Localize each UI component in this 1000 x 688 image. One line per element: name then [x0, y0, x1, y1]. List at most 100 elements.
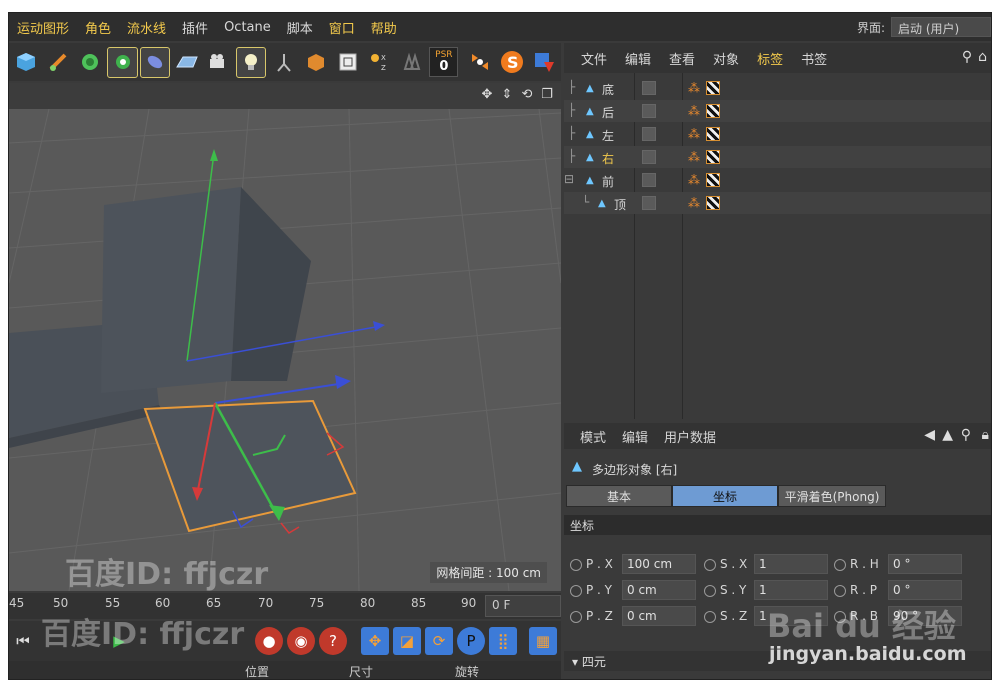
keyframe-radio[interactable] [834, 585, 846, 597]
snap-icon[interactable] [464, 47, 494, 78]
material-tag-icon[interactable]: ⁂ [688, 81, 702, 95]
deformer-icon[interactable] [139, 46, 170, 78]
key-position-icon[interactable]: ✥ [361, 627, 389, 655]
key-pla-icon[interactable]: ⣿ [489, 627, 517, 655]
key-param-icon[interactable]: P [457, 627, 485, 655]
layout-select[interactable]: 启动 (用户) [891, 17, 991, 37]
render-region-icon[interactable] [333, 47, 363, 78]
character-icon[interactable] [268, 47, 298, 78]
cloner-icon[interactable] [107, 46, 138, 78]
visibility-toggle[interactable] [642, 127, 656, 141]
material-tag-icon[interactable]: ⁂ [688, 196, 702, 210]
tab-coord[interactable]: 坐标 [672, 485, 778, 507]
cube-icon[interactable] [11, 47, 41, 78]
texture-tag-icon[interactable] [706, 104, 720, 118]
visibility-toggle[interactable] [642, 81, 656, 95]
object-name[interactable]: 底 [602, 81, 614, 98]
visibility-toggle[interactable] [642, 173, 656, 187]
key-rotation-icon[interactable]: ⟳ [425, 627, 453, 655]
px-field[interactable]: 100 cm [622, 554, 696, 574]
menu-plugins[interactable]: 插件 [174, 18, 216, 37]
current-frame-field[interactable]: 0 F [485, 595, 561, 617]
menu-window[interactable]: 窗口 [321, 18, 363, 37]
keyframe-radio[interactable] [704, 585, 716, 597]
texture-tag-icon[interactable] [706, 150, 720, 164]
object-row[interactable]: └ ▲ 顶 ⁂ [564, 192, 991, 214]
om-menu-bookmarks[interactable]: 书签 [792, 49, 836, 68]
keyframe-radio[interactable] [704, 611, 716, 623]
tab-basic[interactable]: 基本 [566, 485, 672, 507]
texture-tag-icon[interactable] [706, 81, 720, 95]
menu-octane[interactable]: Octane [216, 20, 279, 35]
search-icon[interactable]: ⚲ [961, 427, 971, 443]
object-row[interactable]: ⊟ ▲ 前 ⁂ [564, 169, 991, 191]
om-menu-edit[interactable]: 编辑 [616, 49, 660, 68]
material-tag-icon[interactable]: ⁂ [688, 127, 702, 141]
om-menu-objects[interactable]: 对象 [704, 49, 748, 68]
keyframe-radio[interactable] [570, 611, 582, 623]
material-tag-icon[interactable]: ⁂ [688, 150, 702, 164]
sx-field[interactable]: 1 [754, 554, 828, 574]
light-icon[interactable] [236, 46, 267, 78]
move-view-icon[interactable]: ✥ [479, 87, 495, 103]
pen-icon[interactable] [43, 47, 73, 78]
search-icon[interactable]: ⚲ [962, 49, 972, 65]
help-key-icon[interactable]: ? [319, 627, 347, 655]
texture-tag-icon[interactable] [706, 196, 720, 210]
menu-help[interactable]: 帮助 [363, 18, 405, 37]
keyframe-radio[interactable] [570, 559, 582, 571]
keyframe-radio[interactable] [704, 559, 716, 571]
key-scale-icon[interactable]: ◪ [393, 627, 421, 655]
am-menu-mode[interactable]: 模式 [572, 427, 614, 446]
s-plugin-icon[interactable]: S [497, 47, 527, 78]
home-icon[interactable]: ⌂ [978, 49, 987, 65]
menu-pipeline[interactable]: 流水线 [119, 18, 174, 37]
import-icon[interactable] [529, 47, 559, 78]
3d-viewport[interactable]: ✥ ⇕ ⟲ ❐ 网格间距 : 100 cm [9, 83, 561, 591]
object-name[interactable]: 顶 [614, 196, 626, 213]
texture-tag-icon[interactable] [706, 173, 720, 187]
material-tag-icon[interactable]: ⁂ [688, 173, 702, 187]
om-menu-view[interactable]: 查看 [660, 49, 704, 68]
psr-indicator[interactable]: PSR 0 [429, 47, 459, 77]
bake-icon[interactable] [301, 47, 331, 78]
object-row[interactable]: ├ ▲ 底 ⁂ [564, 77, 991, 99]
object-name[interactable]: 后 [602, 104, 614, 121]
object-name[interactable]: 左 [602, 127, 614, 144]
rh-field[interactable]: 0 ° [888, 554, 962, 574]
symmetry-icon[interactable] [397, 47, 427, 78]
om-menu-tags[interactable]: 标签 [748, 49, 792, 68]
subdivision-icon[interactable] [75, 47, 105, 78]
menu-character[interactable]: 角色 [77, 18, 119, 37]
am-menu-userdata[interactable]: 用户数据 [656, 427, 724, 446]
sy-field[interactable]: 1 [754, 580, 828, 600]
visibility-toggle[interactable] [642, 150, 656, 164]
rotate-view-icon[interactable]: ⟲ [519, 87, 535, 103]
object-row[interactable]: ├ ▲ 后 ⁂ [564, 100, 991, 122]
object-name[interactable]: 右 [602, 150, 614, 167]
autokey-icon[interactable]: ◉ [287, 627, 315, 655]
object-name[interactable]: 前 [602, 173, 614, 190]
menu-script[interactable]: 脚本 [279, 18, 321, 37]
visibility-toggle[interactable] [642, 104, 656, 118]
lock-icon[interactable]: 🔒︎ [982, 427, 989, 443]
texture-tag-icon[interactable] [706, 127, 720, 141]
zoom-view-icon[interactable]: ⇕ [499, 87, 515, 103]
pz-field[interactable]: 0 cm [622, 606, 696, 626]
xyz-icon[interactable]: XZ [365, 47, 395, 78]
am-menu-edit[interactable]: 编辑 [614, 427, 656, 446]
object-row[interactable]: ├ ▲ 左 ⁂ [564, 123, 991, 145]
visibility-toggle[interactable] [642, 196, 656, 210]
up-arrow-icon[interactable]: ▲ [942, 427, 953, 443]
camera-icon[interactable] [204, 47, 234, 78]
py-field[interactable]: 0 cm [622, 580, 696, 600]
floor-icon[interactable] [172, 47, 202, 78]
collapse-icon[interactable]: ⊟ [564, 172, 574, 186]
object-row-selected[interactable]: ├ ▲ 右 ⁂ [564, 146, 991, 168]
menu-mograph[interactable]: 运动图形 [9, 18, 77, 37]
material-tag-icon[interactable]: ⁂ [688, 104, 702, 118]
keyframe-radio[interactable] [834, 559, 846, 571]
record-icon[interactable]: ● [255, 627, 283, 655]
maximize-view-icon[interactable]: ❐ [539, 87, 555, 103]
back-arrow-icon[interactable]: ◀ [924, 427, 935, 443]
